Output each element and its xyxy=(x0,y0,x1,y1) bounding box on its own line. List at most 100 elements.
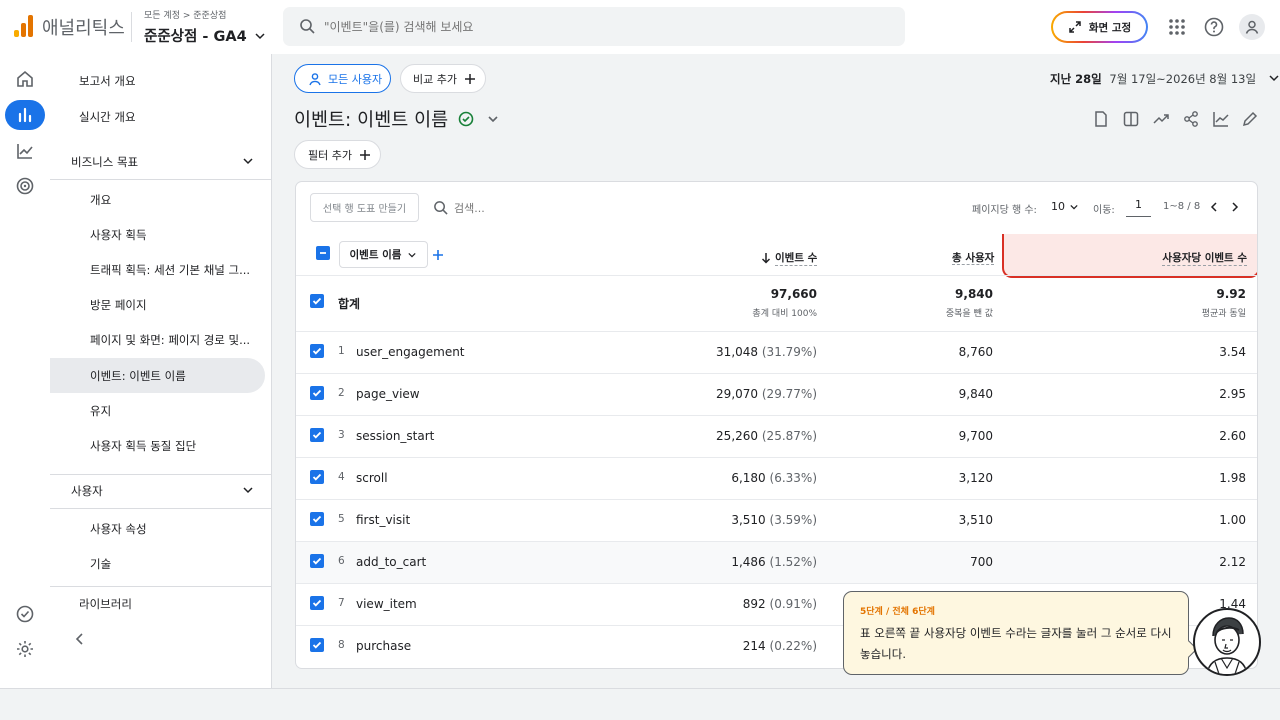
nav-report-overview[interactable]: 보고서 개요 xyxy=(50,63,265,98)
nav-business-item[interactable]: 사용자 획득 동질 집단 xyxy=(50,428,265,463)
row-checkbox[interactable] xyxy=(310,638,324,652)
edit-pencil-icon[interactable] xyxy=(1241,110,1259,132)
table-row[interactable]: 5 first_visit 3,510 (3.59%) 3,510 1.00 xyxy=(296,499,1257,541)
date-range-label: 지난 28일 xyxy=(1050,72,1102,86)
divider xyxy=(50,179,272,180)
product-name[interactable]: 애널리틱스 xyxy=(42,14,125,40)
row-checkbox[interactable] xyxy=(310,596,324,610)
nav-realtime[interactable]: 실시간 개요 xyxy=(50,99,265,134)
table-row[interactable]: 3 session_start 25,260 (25.87%) 9,700 2.60 xyxy=(296,415,1257,457)
search-input[interactable] xyxy=(324,17,884,37)
sort-arrow-down-icon xyxy=(761,253,771,264)
events-per-user-cell: 1.98 xyxy=(1219,471,1246,485)
explore-icon[interactable] xyxy=(5,136,45,166)
title-chevron-down-icon[interactable] xyxy=(486,114,500,126)
event-count-cell: 31,048 (31.79%) xyxy=(716,345,817,359)
left-rail xyxy=(0,54,50,688)
col-label-event-count: 이벤트 수 xyxy=(775,252,818,266)
bottom-bar xyxy=(0,688,1280,720)
event-count-pct: (3.59%) xyxy=(769,513,817,527)
settings-gear-icon[interactable] xyxy=(5,634,45,664)
home-icon[interactable] xyxy=(5,64,45,94)
pin-screen-button[interactable]: 화면 고정 xyxy=(1051,11,1148,43)
all-users-chip[interactable]: 모든 사용자 xyxy=(294,64,391,93)
row-checkbox[interactable] xyxy=(310,554,324,568)
nav-library[interactable]: 라이브러리 xyxy=(50,586,265,621)
add-dimension-plus-icon[interactable] xyxy=(431,248,445,262)
tutorial-tooltip: 5단계 / 전체 6단계 표 오른쪽 끝 사용자당 이벤트 수라는 글자를 눌러… xyxy=(843,591,1189,675)
prev-page-chevron-icon[interactable] xyxy=(1208,201,1220,213)
check-icon xyxy=(312,515,322,523)
account-breadcrumb[interactable]: 모든 계정 > 준준상점 xyxy=(144,8,226,21)
nav-section-business[interactable]: 비즈니스 목표 xyxy=(50,144,272,180)
col-header-total-users[interactable]: 총 사용자 xyxy=(952,250,995,265)
check-circle-icon[interactable] xyxy=(5,599,45,629)
add-filter-button[interactable]: 필터 추가 xyxy=(294,140,381,169)
reports-icon[interactable] xyxy=(5,100,45,130)
event-count-pct: (6.33%) xyxy=(769,471,817,485)
row-checkbox[interactable] xyxy=(310,386,324,400)
event-name: purchase xyxy=(356,639,412,653)
row-checkbox[interactable] xyxy=(310,512,324,526)
next-page-chevron-icon[interactable] xyxy=(1229,201,1241,213)
table-row[interactable]: 6 add_to_cart 1,486 (1.52%) 700 2.12 xyxy=(296,541,1257,583)
minus-icon xyxy=(320,252,326,254)
totals-checkbox[interactable] xyxy=(310,294,324,308)
account-avatar-icon[interactable] xyxy=(1239,14,1265,40)
goto-page-input[interactable]: 1 xyxy=(1126,198,1151,217)
date-range-selector[interactable]: 지난 28일 7월 17일~2026년 8월 13일 xyxy=(1050,71,1280,87)
table-row[interactable]: 1 user_engagement 31,048 (31.79%) 8,760 3.54 xyxy=(296,331,1257,373)
nav-tech[interactable]: 기술 xyxy=(50,546,265,581)
event-count-cell: 1,486 (1.52%) xyxy=(731,555,817,569)
share-icon[interactable] xyxy=(1182,110,1200,132)
breadcrumb-account: 준준상점 xyxy=(193,11,227,21)
page-title: 이벤트: 이벤트 이름 xyxy=(294,110,449,131)
compare-columns-icon[interactable] xyxy=(1122,110,1140,132)
event-count: 6,180 xyxy=(731,471,766,485)
document-icon[interactable] xyxy=(1092,110,1110,132)
nav-business-item[interactable]: 방문 페이지 xyxy=(50,287,265,322)
row-checkbox[interactable] xyxy=(310,428,324,442)
apps-grid-icon[interactable] xyxy=(1166,16,1188,38)
help-icon[interactable] xyxy=(1203,16,1225,38)
dimension-selector[interactable]: 이벤트 이름 xyxy=(339,241,428,268)
nav-section-user[interactable]: 사용자 xyxy=(50,473,272,509)
search-bar[interactable] xyxy=(283,7,905,46)
event-count: 29,070 xyxy=(716,387,759,401)
totals-users: 9,840 xyxy=(955,287,993,301)
nav-business-item[interactable]: 유지 xyxy=(50,393,265,428)
event-count-pct: (1.52%) xyxy=(769,555,817,569)
page-title-row: 이벤트: 이벤트 이름 xyxy=(294,106,500,132)
insights-trend-icon[interactable] xyxy=(1152,110,1170,132)
nav-user-attributes[interactable]: 사용자 속성 xyxy=(50,511,265,546)
divider xyxy=(50,508,272,509)
collapse-chevron-icon[interactable] xyxy=(74,632,86,650)
row-checkbox[interactable] xyxy=(310,344,324,358)
line-chart-icon[interactable] xyxy=(1212,110,1230,132)
nav-business-item[interactable]: 이벤트: 이벤트 이름 xyxy=(50,358,265,393)
event-count-cell: 29,070 (29.77%) xyxy=(716,387,817,401)
nav-business-item[interactable]: 사용자 획득 xyxy=(50,217,265,252)
nav-section-title: 비즈니스 목표 xyxy=(71,155,139,169)
row-index: 3 xyxy=(338,429,345,441)
col-header-event-count[interactable]: 이벤트 수 xyxy=(761,250,818,266)
table-search-input[interactable] xyxy=(454,199,604,217)
col-header-events-per-user[interactable]: 사용자당 이벤트 수 xyxy=(1002,234,1257,278)
verified-check-icon xyxy=(458,111,474,127)
create-chart-button[interactable]: 선택 행 도표 만들기 xyxy=(310,193,419,222)
nav-business-item[interactable]: 개요 xyxy=(50,182,265,217)
property-selector[interactable]: 준준상점 - GA4 xyxy=(144,25,266,46)
event-count-pct: (0.22%) xyxy=(769,639,817,653)
breadcrumb-all-accounts: 모든 계정 xyxy=(144,11,180,21)
analytics-logo-icon[interactable] xyxy=(14,15,34,37)
table-row[interactable]: 4 scroll 6,180 (6.33%) 3,120 1.98 xyxy=(296,457,1257,499)
select-all-checkbox[interactable] xyxy=(316,246,330,260)
advertising-icon[interactable] xyxy=(5,171,45,201)
rows-per-page-select[interactable]: 10 xyxy=(1051,200,1079,213)
add-comparison-button[interactable]: 비교 추가 xyxy=(400,64,486,93)
row-checkbox[interactable] xyxy=(310,470,324,484)
all-users-label: 모든 사용자 xyxy=(328,72,383,86)
nav-business-item[interactable]: 페이지 및 화면: 페이지 경로 및... xyxy=(50,322,265,357)
nav-business-item[interactable]: 트래픽 획득: 세션 기본 채널 그... xyxy=(50,252,265,287)
table-row[interactable]: 2 page_view 29,070 (29.77%) 9,840 2.95 xyxy=(296,373,1257,415)
